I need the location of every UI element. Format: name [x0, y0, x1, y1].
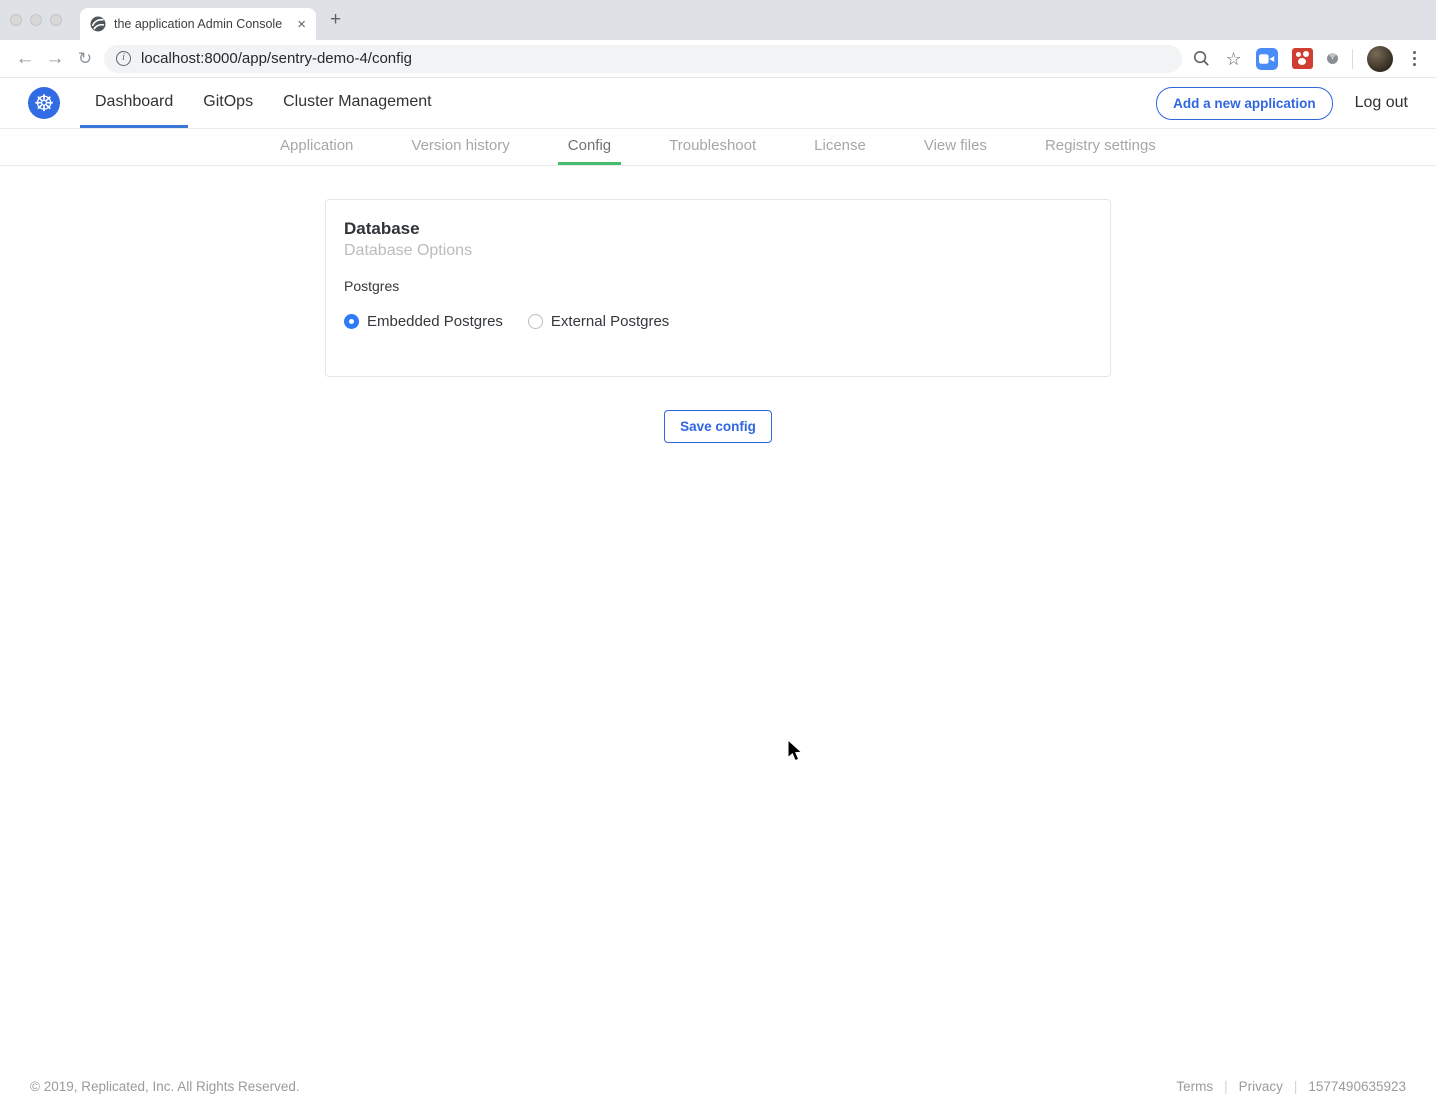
globe-favicon-icon [90, 16, 106, 32]
footer-divider: | [1294, 1079, 1298, 1094]
radio-label: External Postgres [551, 313, 669, 330]
browser-window: the application Admin Console × + ← → ↻ … [0, 0, 1436, 1106]
tab-view-files[interactable]: View files [914, 129, 997, 165]
browser-menu-icon[interactable] [1407, 51, 1422, 66]
window-controls [10, 14, 62, 26]
reload-icon[interactable]: ↻ [70, 49, 100, 69]
header-actions: Add a new application Log out [1156, 78, 1408, 128]
build-id-text: 1577490635923 [1308, 1079, 1406, 1094]
save-config-button[interactable]: Save config [664, 410, 772, 443]
kubernetes-logo-icon: ☸ [28, 87, 60, 119]
url-text: localhost:8000/app/sentry-demo-4/config [141, 50, 412, 67]
postgres-radio-group: Embedded Postgres External Postgres [344, 313, 1092, 330]
app-subnav: Application Version history Config Troub… [0, 129, 1436, 166]
footer-divider: | [1224, 1079, 1228, 1094]
browser-toolbar: ← → ↻ i localhost:8000/app/sentry-demo-4… [0, 40, 1436, 78]
tab-license[interactable]: License [804, 129, 876, 165]
zoom-level-icon[interactable] [1192, 49, 1211, 68]
tab-version-history[interactable]: Version history [401, 129, 519, 165]
mouse-cursor [787, 739, 804, 763]
bookmark-star-icon[interactable]: ☆ [1225, 50, 1241, 68]
radio-selected-icon[interactable] [344, 314, 359, 329]
browser-tab-strip: the application Admin Console × + [0, 0, 1436, 40]
config-group-title: Database [344, 219, 1092, 239]
privacy-link[interactable]: Privacy [1239, 1079, 1283, 1094]
nav-item-gitops[interactable]: GitOps [188, 78, 268, 128]
app-header: ☸ Dashboard GitOps Cluster Management Ad… [0, 78, 1436, 129]
config-page: Database Database Options Postgres Embed… [0, 199, 1436, 443]
tab-troubleshoot[interactable]: Troubleshoot [659, 129, 766, 165]
browser-tab[interactable]: the application Admin Console × [80, 8, 316, 40]
minimize-window-button[interactable] [30, 14, 42, 26]
close-window-button[interactable] [10, 14, 22, 26]
footer-links: Terms | Privacy | 1577490635923 [1176, 1079, 1406, 1094]
radio-label: Embedded Postgres [367, 313, 503, 330]
forward-icon[interactable]: → [40, 48, 70, 70]
logout-link[interactable]: Log out [1355, 94, 1408, 112]
toolbar-icons: ☆ [1192, 46, 1426, 72]
maximize-window-button[interactable] [50, 14, 62, 26]
nav-item-cluster-management[interactable]: Cluster Management [268, 78, 447, 128]
close-tab-icon[interactable]: × [297, 16, 306, 33]
page-footer: © 2019, Replicated, Inc. All Rights Rese… [0, 1066, 1436, 1106]
video-call-extension-icon[interactable] [1256, 48, 1278, 70]
toolbar-divider [1352, 49, 1353, 69]
terms-link[interactable]: Terms [1176, 1079, 1213, 1094]
radio-unselected-icon[interactable] [528, 314, 543, 329]
tab-registry-settings[interactable]: Registry settings [1035, 129, 1166, 165]
address-bar[interactable]: i localhost:8000/app/sentry-demo-4/confi… [104, 45, 1182, 73]
page-info-icon[interactable]: i [116, 51, 131, 66]
tab-application[interactable]: Application [270, 129, 363, 165]
back-icon[interactable]: ← [10, 48, 40, 70]
tab-title: the application Admin Console [114, 17, 291, 31]
radio-option-external-postgres[interactable]: External Postgres [528, 313, 669, 330]
primary-nav: Dashboard GitOps Cluster Management [80, 78, 447, 128]
tab-config[interactable]: Config [558, 129, 621, 165]
nav-item-dashboard[interactable]: Dashboard [80, 78, 188, 128]
config-group-subtitle: Database Options [344, 242, 1092, 260]
copyright-text: © 2019, Replicated, Inc. All Rights Rese… [30, 1079, 300, 1094]
add-new-application-button[interactable]: Add a new application [1156, 87, 1333, 120]
config-item-label: Postgres [344, 278, 1092, 294]
red-extension-icon[interactable] [1292, 48, 1313, 69]
new-tab-button[interactable]: + [330, 9, 341, 31]
profile-avatar[interactable] [1367, 46, 1393, 72]
config-group-card: Database Database Options Postgres Embed… [325, 199, 1111, 377]
radio-option-embedded-postgres[interactable]: Embedded Postgres [344, 313, 503, 330]
gray-extension-icon[interactable] [1327, 53, 1338, 64]
